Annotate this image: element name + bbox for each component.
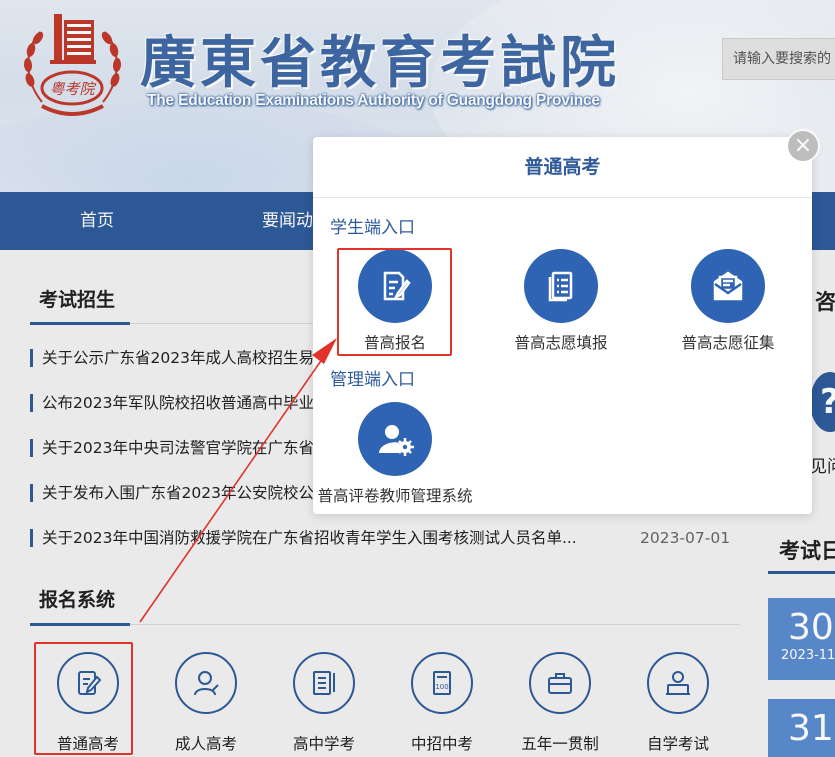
modal-title: 普通高考	[313, 137, 812, 198]
entry-label: 普高志愿填报	[514, 334, 608, 352]
student-section-label: 学生端入口	[330, 218, 415, 238]
envelope-icon	[691, 249, 765, 323]
close-icon[interactable]: ×	[788, 131, 818, 161]
entry-gaokao-volunteer-fill[interactable]: 普高志愿填报	[486, 249, 636, 353]
highlight-box-gaokao	[34, 642, 133, 755]
user-settings-icon	[358, 402, 432, 476]
entry-label: 普高志愿征集	[681, 334, 775, 352]
highlight-box-registration	[337, 248, 452, 356]
list-document-icon	[524, 249, 598, 323]
entry-grading-teacher-system[interactable]: 普高评卷教师管理系统	[306, 402, 484, 506]
entry-gaokao-volunteer-collect[interactable]: 普高志愿征集	[653, 249, 803, 353]
admin-section-label: 管理端入口	[330, 370, 415, 390]
entry-label: 普高评卷教师管理系统	[317, 487, 473, 505]
